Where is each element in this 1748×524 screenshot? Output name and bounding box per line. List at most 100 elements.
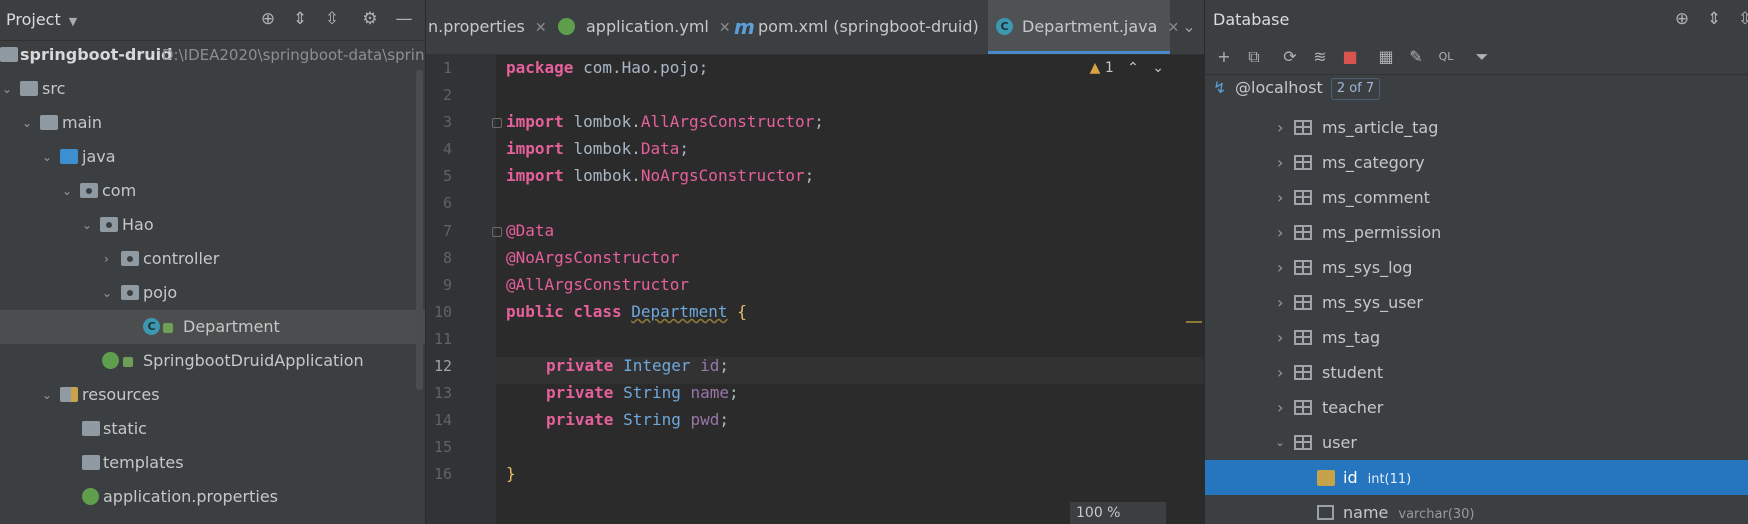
column-node[interactable]: name varchar(30) [1205, 495, 1748, 524]
table-node[interactable]: › ms_article_tag [1205, 110, 1748, 145]
stop-icon[interactable]: ■ [1339, 46, 1361, 68]
chevron-right-icon[interactable]: › [1277, 215, 1283, 250]
host-node[interactable]: ↯ @localhost 2 of 7 [1205, 70, 1748, 105]
table-node[interactable]: › ms_category [1205, 145, 1748, 180]
spring-config-icon [82, 488, 99, 505]
tree-root[interactable]: springboot-druid D:\IDEA2020\springboot-… [0, 38, 425, 72]
table-node[interactable]: › ms_comment [1205, 180, 1748, 215]
current-line-highlight [426, 357, 1204, 384]
chevron-right-icon[interactable]: › [1277, 390, 1283, 425]
tree-item-controller[interactable]: › controller [0, 242, 425, 276]
fold-marker-icon[interactable] [492, 227, 502, 237]
tree-item-com[interactable]: ⌄ com [0, 174, 425, 208]
column-node[interactable]: id int(11) [1205, 460, 1748, 495]
code-line-import: import lombok.AllArgsConstructor; [506, 112, 824, 131]
tree-item-java[interactable]: ⌄ java [0, 140, 425, 174]
warning-stripe[interactable] [1186, 321, 1202, 323]
table-icon [1294, 155, 1312, 170]
chevron-right-icon[interactable]: › [104, 242, 109, 276]
code-line-package: package com.Hao.pojo; [506, 58, 709, 77]
copy-icon[interactable]: ⧉ [1243, 46, 1265, 68]
console-icon[interactable]: QL [1435, 46, 1457, 68]
table-node[interactable]: › ms_sys_log [1205, 250, 1748, 285]
chevron-right-icon[interactable]: › [1277, 250, 1283, 285]
locate-icon[interactable]: ⊕ [1672, 9, 1692, 29]
tabs-overflow-chevron-icon[interactable]: ⌄ [1176, 0, 1202, 54]
chevron-right-icon[interactable]: › [1277, 355, 1283, 390]
tree-item-department[interactable]: C Department [0, 310, 425, 344]
table-node[interactable]: › student [1205, 355, 1748, 390]
chevron-down-icon[interactable]: ⌄ [22, 106, 32, 140]
tree-item-resources[interactable]: ⌄ resources [0, 378, 425, 412]
expand-all-icon[interactable]: ⇕ [1704, 9, 1724, 29]
chevron-down-icon[interactable]: ⌄ [102, 276, 112, 310]
chevron-right-icon[interactable]: › [1277, 180, 1283, 215]
chevron-down-icon[interactable]: ⌄ [62, 174, 72, 208]
code-line-class-decl: public class Department { [506, 302, 747, 321]
table-node[interactable]: › ms_tag [1205, 320, 1748, 355]
tree-item-application-class[interactable]: SpringbootDruidApplication [0, 344, 425, 378]
previous-icon[interactable]: ⌃ [1127, 60, 1139, 76]
tree-item-src[interactable]: ⌄ src [0, 72, 425, 106]
tree-item-pojo[interactable]: ⌄ pojo [0, 276, 425, 310]
table-editor-icon[interactable]: ▦ [1375, 46, 1397, 68]
chevron-down-icon[interactable]: ⌄ [42, 378, 52, 412]
host-label: @localhost 2 of 7 [1235, 70, 1381, 105]
tree-item-static[interactable]: static [0, 412, 425, 446]
refresh-icon[interactable]: ⟳ [1279, 46, 1301, 68]
add-icon[interactable]: + [1213, 46, 1235, 68]
code-line-annotation: @Data [506, 221, 555, 240]
next-icon[interactable]: ⌄ [1152, 60, 1164, 76]
table-icon [1294, 400, 1312, 415]
package-icon [121, 285, 139, 300]
tree-item-templates[interactable]: templates [0, 446, 425, 480]
module-folder-icon [0, 47, 18, 62]
tab-application-yml[interactable]: application.yml ✕ [548, 0, 731, 54]
database-header: Database ⊕ ⇕ ⇳ [1205, 0, 1748, 40]
tab-application-properties[interactable]: n.properties ✕ [426, 0, 548, 54]
table-node[interactable]: ⌄ user [1205, 425, 1748, 460]
filter-icon[interactable]: ⏷ [1471, 46, 1493, 68]
collapse-icon[interactable]: ⇳ [1735, 9, 1748, 29]
table-icon [1294, 190, 1312, 205]
tab-pom-xml[interactable]: mpom.xml (springboot-druid)✕ [728, 0, 1001, 54]
table-node[interactable]: › teacher [1205, 390, 1748, 425]
table-icon [1294, 330, 1312, 345]
chevron-down-icon[interactable]: ⌄ [42, 140, 52, 174]
close-icon[interactable]: ✕ [535, 20, 547, 36]
chevron-right-icon[interactable]: › [1277, 320, 1283, 355]
chevron-down-icon: ▼ [68, 15, 78, 28]
chevron-down-icon[interactable]: ⌄ [82, 208, 92, 242]
expand-all-icon[interactable]: ⇕ [290, 9, 310, 29]
gear-icon[interactable]: ⚙ [360, 9, 380, 29]
project-header: Project ▼ ⊕ ⇕ ⇳ ⚙ — [0, 0, 425, 41]
tree-item-application-properties[interactable]: application.properties [0, 480, 425, 514]
edit-icon[interactable]: ✎ [1405, 46, 1427, 68]
class-icon: C [143, 318, 160, 335]
chevron-right-icon[interactable]: › [1277, 110, 1283, 145]
primary-key-icon [1317, 470, 1335, 486]
table-node[interactable]: › ms_sys_user [1205, 285, 1748, 320]
chevron-down-icon[interactable]: ⌄ [1275, 425, 1285, 460]
tab-department-java[interactable]: C Department.java ✕ [988, 0, 1179, 54]
table-node[interactable]: › ms_permission [1205, 215, 1748, 250]
schema-icon[interactable]: ≋ [1309, 46, 1331, 68]
minimize-icon[interactable]: — [394, 9, 414, 29]
code-line-import: import lombok.NoArgsConstructor; [506, 166, 815, 185]
inspection-widget[interactable]: ▲ 1 ⌃ ⌄ [1090, 60, 1164, 76]
schema-count-badge[interactable]: 2 of 7 [1330, 77, 1381, 100]
scrollbar[interactable] [416, 70, 423, 390]
spring-boot-icon [102, 352, 119, 369]
tree-item-main[interactable]: ⌄ main [0, 106, 425, 140]
code-line-field: private String pwd; [546, 410, 730, 429]
fold-marker-icon[interactable] [492, 118, 502, 128]
chevron-right-icon[interactable]: › [1277, 285, 1283, 320]
chevron-down-icon[interactable]: ⌄ [2, 72, 12, 106]
chevron-right-icon[interactable]: › [1277, 145, 1283, 180]
datasource-icon: ↯ [1213, 78, 1227, 97]
package-icon [80, 183, 98, 198]
tree-item-hao[interactable]: ⌄ Hao [0, 208, 425, 242]
project-title-dropdown[interactable]: Project ▼ [6, 10, 77, 29]
collapse-all-icon[interactable]: ⇳ [322, 9, 342, 29]
locate-icon[interactable]: ⊕ [258, 9, 278, 29]
